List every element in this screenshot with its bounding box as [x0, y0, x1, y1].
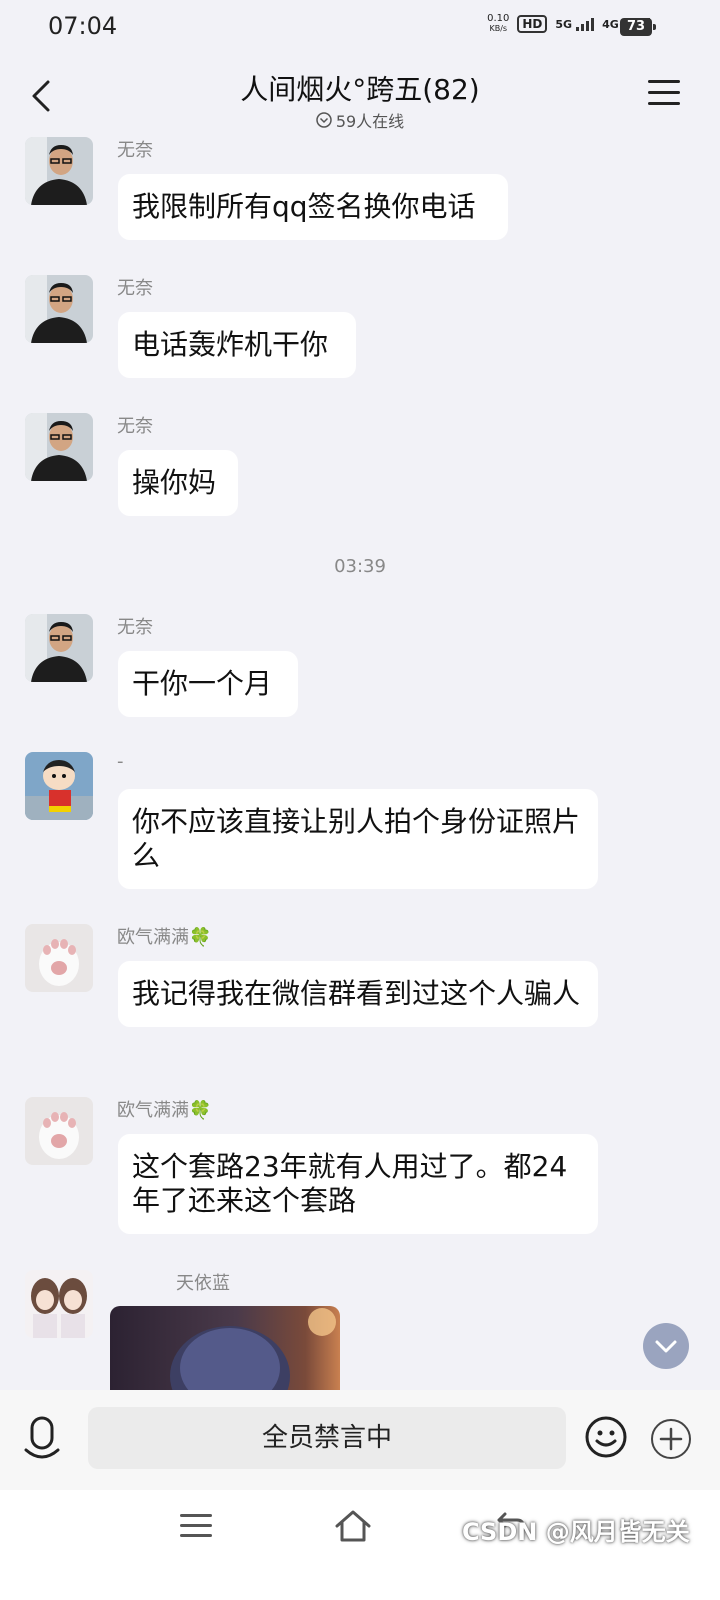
sim1-signal-icon: 5G: [555, 17, 595, 31]
avatar[interactable]: [25, 614, 93, 682]
message-input[interactable]: 全员禁言中: [88, 1407, 566, 1469]
sender-name[interactable]: 无奈: [117, 136, 153, 162]
message-bubble[interactable]: 这个套路23年就有人用过了。都24年了还来这个套路: [118, 1134, 598, 1234]
network-speed-value: 0.10: [487, 13, 510, 24]
message-bubble[interactable]: 干你一个月: [118, 651, 298, 717]
message-bubble[interactable]: 电话轰炸机干你: [118, 312, 356, 378]
sender-name[interactable]: -: [117, 751, 124, 772]
sim1-label: 5G: [555, 17, 573, 31]
sender-name[interactable]: 无奈: [117, 613, 153, 639]
message-bubble[interactable]: 我限制所有qq签名换你电话: [118, 174, 508, 240]
hd-voice-icon: HD: [517, 15, 548, 33]
network-speed-unit: KB/s: [489, 24, 508, 33]
avatar[interactable]: [25, 1270, 93, 1338]
sender-name[interactable]: 欧气满满🍀: [117, 1096, 211, 1122]
sender-name[interactable]: 欧气满满🍀: [117, 923, 211, 949]
chat-header: 人间烟火°跨五(82) 59人在线: [0, 54, 720, 138]
sender-name[interactable]: 无奈: [117, 274, 153, 300]
input-bar: 全员禁言中: [0, 1390, 720, 1490]
avatar[interactable]: [25, 413, 93, 481]
voice-icon[interactable]: [22, 1412, 62, 1462]
avatar[interactable]: [25, 137, 93, 205]
network-speed: 0.10 KB/s: [487, 14, 509, 34]
status-time: 07:04: [48, 12, 118, 40]
avatar[interactable]: [25, 924, 93, 992]
online-count-text: 59人在线: [335, 112, 405, 131]
sender-name[interactable]: 无奈: [117, 412, 153, 438]
avatar[interactable]: [25, 275, 93, 343]
plus-icon[interactable]: [650, 1418, 692, 1460]
message-bubble[interactable]: 你不应该直接让别人拍个身份证照片么: [118, 789, 598, 889]
system-nav-bar: CSDN @风月皆无关: [0, 1490, 720, 1600]
avatar[interactable]: [25, 752, 93, 820]
group-title[interactable]: 人间烟火°跨五(82): [0, 68, 720, 108]
time-separator: 03:39: [334, 556, 386, 577]
nav-menu-icon[interactable]: [180, 1514, 212, 1542]
battery-icon: 73: [620, 18, 656, 36]
scroll-down-icon[interactable]: [643, 1323, 689, 1369]
message-bubble[interactable]: 操你妈: [118, 450, 238, 516]
online-count[interactable]: 59人在线: [0, 108, 720, 132]
emoji-icon[interactable]: [584, 1415, 628, 1459]
avatar[interactable]: [25, 1097, 93, 1165]
message-bubble[interactable]: 我记得我在微信群看到过这个人骗人: [118, 961, 598, 1027]
watermark: CSDN @风月皆无关: [462, 1518, 690, 1546]
status-bar: 07:04 0.10 KB/s HD 5G 4G+ 73: [0, 0, 720, 54]
menu-icon[interactable]: [648, 80, 680, 110]
sender-name[interactable]: 天依蓝: [176, 1269, 230, 1295]
online-chevron-icon: [316, 112, 332, 128]
nav-home-icon[interactable]: [334, 1508, 372, 1544]
image-message[interactable]: [110, 1306, 340, 1392]
